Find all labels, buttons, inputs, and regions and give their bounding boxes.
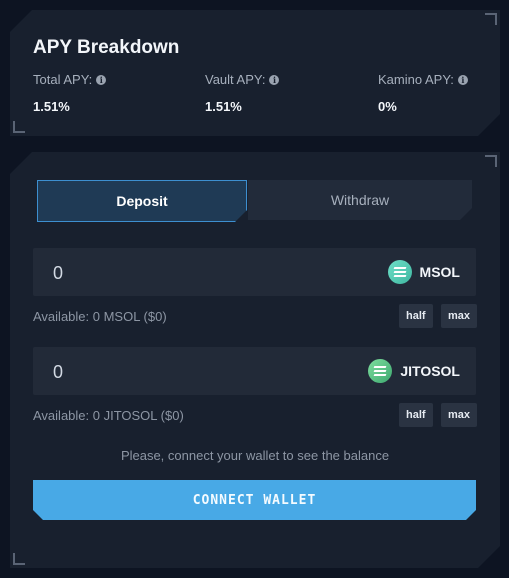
info-icon[interactable]: i bbox=[269, 75, 279, 85]
jitosol-token-selector: JITOSOL bbox=[368, 359, 460, 383]
total-apy-value: 1.51% bbox=[33, 99, 70, 114]
kamino-apy-label: Kamino APY: bbox=[378, 72, 454, 87]
total-apy-label: Total APY: bbox=[33, 72, 93, 87]
jitosol-half-button[interactable]: half bbox=[399, 403, 433, 427]
kamino-apy: Kamino APY: i 0% bbox=[378, 72, 468, 114]
info-icon[interactable]: i bbox=[458, 75, 468, 85]
msol-token-icon bbox=[388, 260, 412, 284]
msol-available-text: Available: 0 MSOL ($0) bbox=[33, 309, 167, 324]
connect-wallet-note: Please, connect your wallet to see the b… bbox=[120, 448, 390, 463]
tab-deposit[interactable]: Deposit bbox=[37, 180, 247, 222]
corner-decoration bbox=[13, 155, 25, 167]
jitosol-available-text: Available: 0 JITOSOL ($0) bbox=[33, 408, 184, 423]
corner-decoration bbox=[485, 155, 497, 167]
deposit-withdraw-tabs: Deposit Withdraw bbox=[37, 180, 473, 220]
corner-decoration bbox=[485, 13, 497, 25]
jitosol-max-button[interactable]: max bbox=[441, 403, 477, 427]
msol-amount-field: MSOL bbox=[33, 248, 476, 296]
info-icon[interactable]: i bbox=[96, 75, 106, 85]
vault-apy-label: Vault APY: bbox=[205, 72, 266, 87]
msol-token-selector: MSOL bbox=[388, 260, 460, 284]
total-apy: Total APY: i 1.51% bbox=[33, 72, 106, 114]
tab-withdraw[interactable]: Withdraw bbox=[248, 180, 472, 220]
vault-apy-value: 1.51% bbox=[205, 99, 242, 114]
msol-half-button[interactable]: half bbox=[399, 304, 433, 328]
corner-decoration bbox=[13, 553, 25, 565]
msol-max-button[interactable]: max bbox=[441, 304, 477, 328]
corner-decoration bbox=[13, 121, 25, 133]
connect-wallet-button[interactable]: CONNECT WALLET bbox=[33, 480, 476, 520]
kamino-apy-value: 0% bbox=[378, 99, 397, 114]
corner-decoration bbox=[485, 553, 497, 565]
msol-token-label: MSOL bbox=[419, 264, 460, 280]
jitosol-amount-field: JITOSOL bbox=[33, 347, 476, 395]
msol-amount-input[interactable] bbox=[51, 248, 335, 298]
jitosol-token-icon bbox=[368, 359, 392, 383]
jitosol-token-label: JITOSOL bbox=[400, 363, 460, 379]
vault-apy: Vault APY: i 1.51% bbox=[205, 72, 279, 114]
jitosol-amount-input[interactable] bbox=[51, 347, 335, 397]
apy-title: APY Breakdown bbox=[33, 37, 180, 58]
apy-breakdown-panel: APY Breakdown Total APY: i 1.51% Vault AP… bbox=[10, 10, 500, 136]
deposit-withdraw-panel: Deposit Withdraw MSOL Available: 0 MSOL … bbox=[10, 152, 500, 568]
